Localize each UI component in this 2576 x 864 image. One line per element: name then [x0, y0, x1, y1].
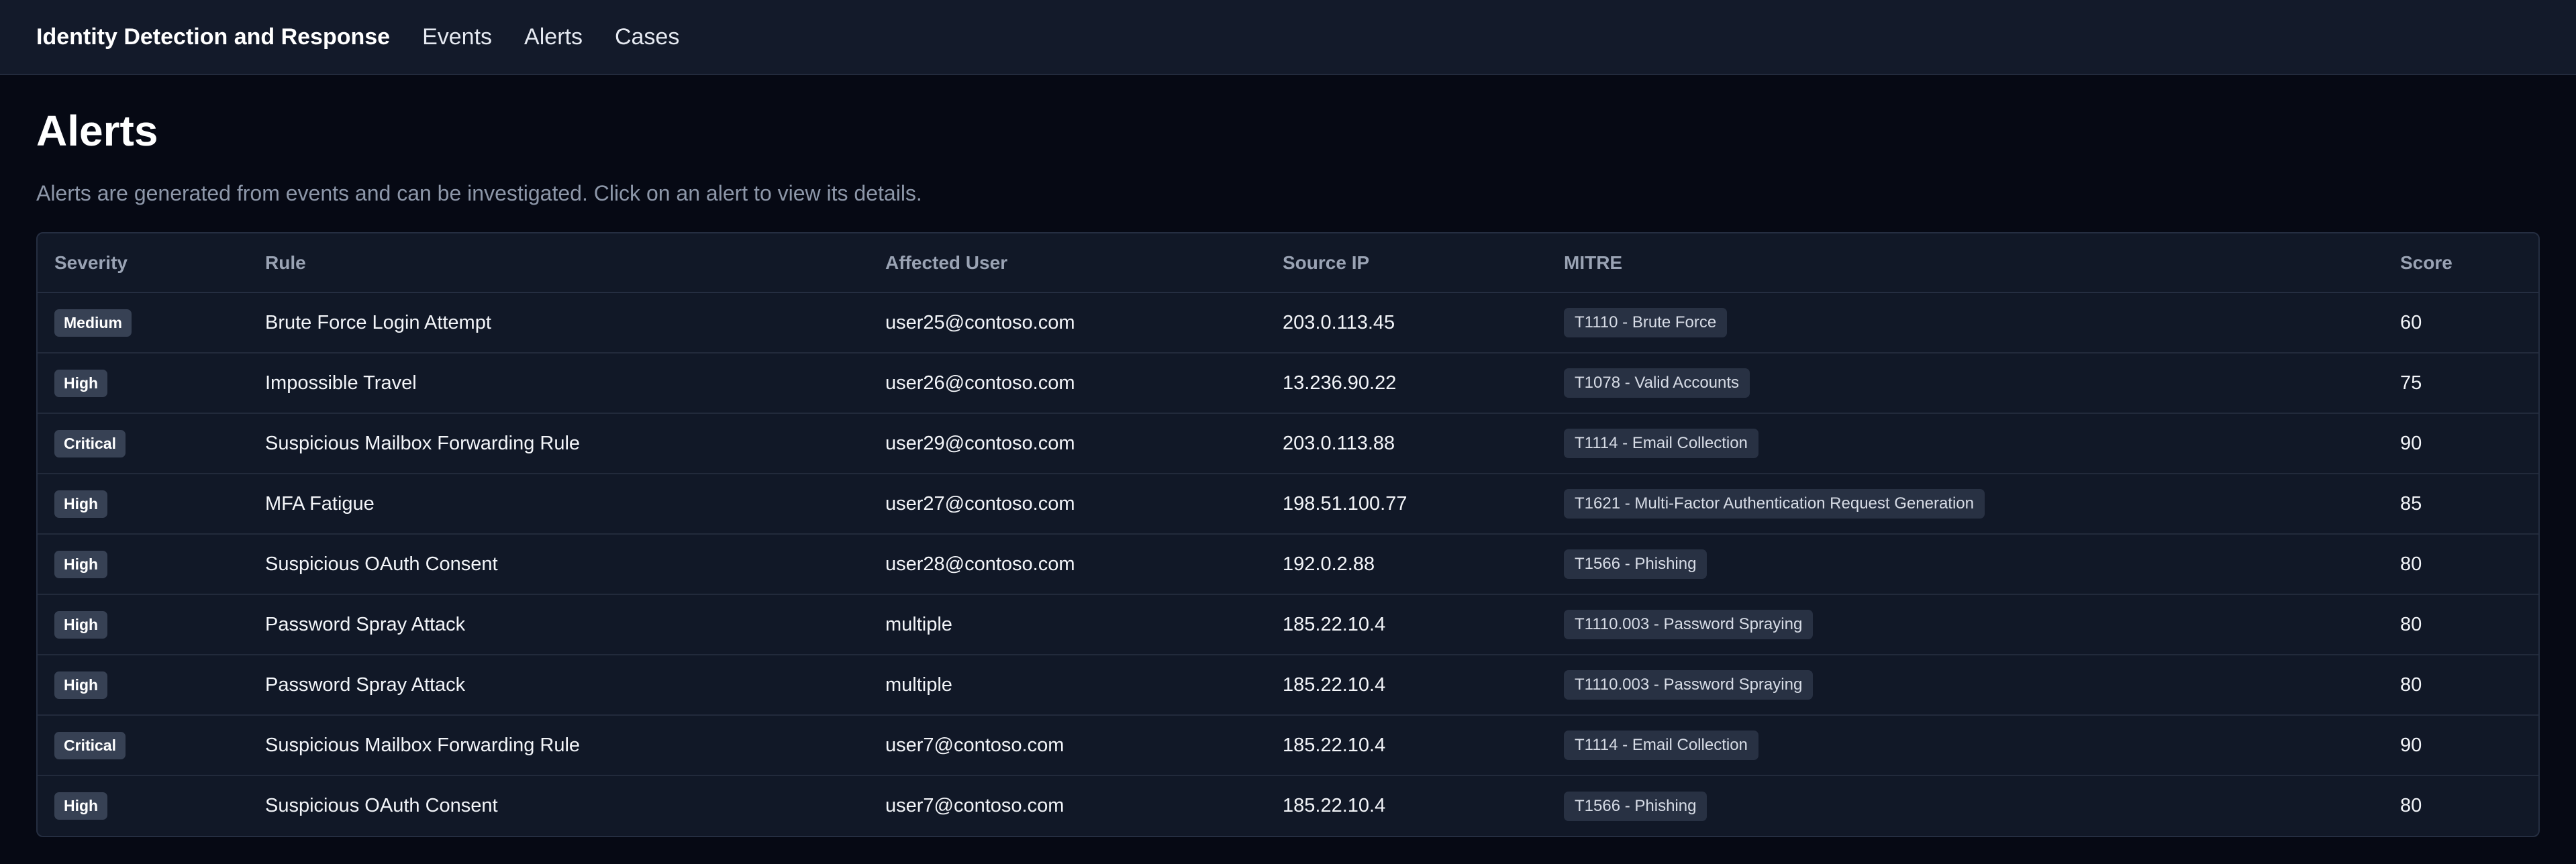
severity-cell: High [38, 353, 248, 414]
mitre-cell: T1110.003 - Password Spraying [1547, 655, 2383, 716]
severity-badge: Medium [54, 309, 132, 337]
severity-badge: High [54, 490, 108, 518]
severity-cell: Critical [38, 413, 248, 474]
column-header-mitre: MITRE [1547, 233, 2383, 293]
source-ip-cell: 203.0.113.88 [1266, 413, 1547, 474]
rule-cell: Impossible Travel [248, 353, 869, 414]
score-cell: 90 [2383, 715, 2538, 776]
mitre-cell: T1110 - Brute Force [1547, 292, 2383, 354]
source-ip-cell: 13.236.90.22 [1266, 353, 1547, 414]
mitre-cell: T1078 - Valid Accounts [1547, 353, 2383, 414]
nav-link-alerts[interactable]: Alerts [524, 24, 583, 50]
severity-badge: High [54, 671, 108, 699]
mitre-cell: T1114 - Email Collection [1547, 413, 2383, 474]
source-ip-cell: 185.22.10.4 [1283, 795, 1386, 816]
score-cell: 60 [2383, 292, 2538, 354]
severity-cell: High [38, 655, 248, 716]
mitre-tag: T1566 - Phishing [1564, 791, 1707, 821]
table-row[interactable]: High Password Spray Attack multiple 185.… [38, 655, 2538, 716]
severity-badge: Critical [54, 731, 126, 759]
rule-cell: Password Spray Attack [248, 594, 869, 655]
rule-cell: Suspicious Mailbox Forwarding Rule [248, 413, 869, 474]
severity-cell: Medium [38, 292, 248, 354]
affected-user-cell: user7@contoso.com [869, 715, 1266, 776]
mitre-tag: T1078 - Valid Accounts [1564, 368, 1750, 398]
severity-cell: High [38, 594, 248, 655]
affected-user-cell: user28@contoso.com [869, 534, 1266, 595]
alerts-table-card: Severity Rule Affected User Source IP MI… [36, 232, 2540, 837]
affected-user-cell: user27@contoso.com [869, 474, 1266, 535]
source-ip-cell: 198.51.100.77 [1266, 474, 1547, 535]
mitre-cell: T1114 - Email Collection [1547, 715, 2383, 776]
table-row[interactable]: High Suspicious OAuth Consent user28@con… [38, 534, 2538, 595]
table-row[interactable]: High Password Spray Attack multiple 185.… [38, 594, 2538, 655]
table-row[interactable]: High Suspicious OAuth Consent user7@cont… [38, 775, 2538, 836]
rule-cell: Password Spray Attack [248, 655, 869, 716]
source-ip-cell: 185.22.10.4 [1266, 594, 1547, 655]
mitre-cell: T1566 - Phishing [1547, 534, 2383, 595]
page-title: Alerts [36, 107, 158, 155]
source-ip-cell: 192.0.2.88 [1266, 534, 1547, 595]
affected-user-cell: user29@contoso.com [869, 413, 1266, 474]
mitre-cell: T1110.003 - Password Spraying [1547, 594, 2383, 655]
severity-cell: High [38, 474, 248, 535]
rule-cell: Suspicious Mailbox Forwarding Rule [248, 715, 869, 776]
mitre-tag: T1110.003 - Password Spraying [1564, 610, 1814, 639]
affected-user-cell: multiple [869, 594, 1266, 655]
table-row[interactable]: Medium Brute Force Login Attempt user25@… [38, 292, 2538, 354]
app-brand[interactable]: Identity Detection and Response [36, 24, 390, 50]
affected-user-cell: user25@contoso.com [869, 292, 1266, 354]
affected-user-cell: user7@contoso.com [885, 795, 1064, 816]
mitre-cell: T1621 - Multi-Factor Authentication Requ… [1547, 474, 2383, 535]
top-navigation-bar: Identity Detection and Response Events A… [0, 0, 2576, 75]
score-cell: 90 [2383, 413, 2538, 474]
table-row[interactable]: High Impossible Travel user26@contoso.co… [38, 353, 2538, 414]
score-cell: 75 [2383, 353, 2538, 414]
table-row[interactable]: Critical Suspicious Mailbox Forwarding R… [38, 715, 2538, 776]
severity-badge: High [54, 610, 108, 639]
column-header-rule: Rule [248, 233, 869, 293]
score-cell: 80 [2383, 534, 2538, 595]
score-cell: 85 [2383, 474, 2538, 535]
source-ip-cell: 203.0.113.45 [1266, 292, 1547, 354]
rule-cell: Suspicious OAuth Consent [265, 795, 498, 816]
source-ip-cell: 185.22.10.4 [1266, 715, 1547, 776]
severity-badge: High [54, 792, 108, 820]
severity-cell: High [38, 775, 248, 836]
column-header-affected-user: Affected User [869, 233, 1266, 293]
mitre-tag: T1621 - Multi-Factor Authentication Requ… [1564, 489, 1985, 519]
severity-cell: High [38, 534, 248, 595]
column-header-score: Score [2383, 233, 2538, 293]
mitre-tag: T1566 - Phishing [1564, 549, 1707, 579]
source-ip-cell: 185.22.10.4 [1266, 655, 1547, 716]
mitre-tag: T1110.003 - Password Spraying [1564, 670, 1814, 700]
page-description: Alerts are generated from events and can… [36, 181, 922, 205]
mitre-tag: T1110 - Brute Force [1564, 308, 1728, 337]
score-cell: 80 [2383, 594, 2538, 655]
nav-link-cases[interactable]: Cases [615, 24, 679, 50]
rule-cell: Brute Force Login Attempt [248, 292, 869, 354]
affected-user-cell: user26@contoso.com [869, 353, 1266, 414]
alerts-table: Severity Rule Affected User Source IP MI… [38, 233, 2538, 836]
severity-badge: High [54, 550, 108, 578]
score-cell: 80 [2383, 655, 2538, 716]
table-row[interactable]: Critical Suspicious Mailbox Forwarding R… [38, 413, 2538, 474]
severity-badge: High [54, 369, 108, 397]
severity-cell: Critical [38, 715, 248, 776]
score-cell: 80 [2400, 795, 2422, 816]
affected-user-cell: multiple [869, 655, 1266, 716]
mitre-tag: T1114 - Email Collection [1564, 731, 1758, 760]
column-header-source-ip: Source IP [1266, 233, 1547, 293]
rule-cell: Suspicious OAuth Consent [248, 534, 869, 595]
rule-cell: MFA Fatigue [248, 474, 869, 535]
severity-badge: Critical [54, 429, 126, 457]
table-row[interactable]: High MFA Fatigue user27@contoso.com 198.… [38, 474, 2538, 535]
column-header-severity: Severity [38, 233, 248, 293]
table-header-row: Severity Rule Affected User Source IP MI… [38, 233, 2538, 293]
mitre-tag: T1114 - Email Collection [1564, 429, 1758, 458]
mitre-cell: T1566 - Phishing [1547, 775, 2383, 836]
nav-link-events[interactable]: Events [422, 24, 492, 50]
